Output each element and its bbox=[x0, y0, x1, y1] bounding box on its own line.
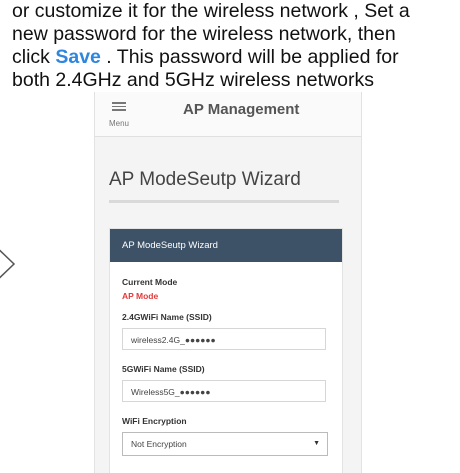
instruction-line-3: click Save . This password will be appli… bbox=[12, 46, 452, 69]
chevron-down-icon: ▼ bbox=[313, 440, 320, 447]
menu-button[interactable]: Menu bbox=[105, 100, 133, 131]
instruction-line-3-suffix: . This password will be applied for bbox=[100, 46, 399, 68]
current-mode-value: AP Mode bbox=[122, 291, 159, 301]
phone-screen: Menu AP Management AP ModeSeutp Wizard A… bbox=[94, 92, 362, 473]
ssid-5g-label: 5GWiFi Name (SSID) bbox=[122, 364, 205, 374]
wizard-card: AP ModeSeutp Wizard Current Mode AP Mode… bbox=[109, 228, 343, 473]
instruction-line-3-prefix: click bbox=[12, 46, 56, 68]
pointer-arrow-icon bbox=[0, 249, 16, 279]
ssid-5g-input[interactable]: Wireless5G_●●●●●● bbox=[122, 380, 326, 402]
wifi-encryption-value: Not Encryption bbox=[131, 439, 187, 449]
title-divider bbox=[109, 200, 339, 203]
instruction-text: or customize it for the wireless network… bbox=[12, 0, 452, 92]
menu-label: Menu bbox=[108, 118, 129, 128]
wifi-encryption-label: WiFi Encryption bbox=[122, 416, 187, 426]
current-mode-label: Current Mode bbox=[122, 277, 178, 287]
card-header: AP ModeSeutp Wizard bbox=[110, 229, 342, 262]
instruction-line-2: new password for the wireless network, t… bbox=[12, 23, 396, 45]
instruction-line-4: both 2.4GHz and 5GHz wireless networks bbox=[12, 69, 374, 91]
app-title: AP Management bbox=[183, 101, 300, 118]
ssid-24g-label: 2.4GWiFi Name (SSID) bbox=[122, 312, 212, 322]
hamburger-menu-icon bbox=[112, 102, 126, 111]
wifi-encryption-select[interactable]: Not Encryption ▼ bbox=[122, 432, 328, 456]
save-keyword: Save bbox=[55, 46, 101, 68]
app-bar: Menu AP Management bbox=[95, 92, 361, 137]
ssid-24g-input[interactable]: wireless2.4G_●●●●●● bbox=[122, 328, 326, 350]
page-title: AP ModeSeutp Wizard bbox=[109, 169, 301, 190]
instruction-line-1: or customize it for the wireless network… bbox=[12, 0, 410, 22]
